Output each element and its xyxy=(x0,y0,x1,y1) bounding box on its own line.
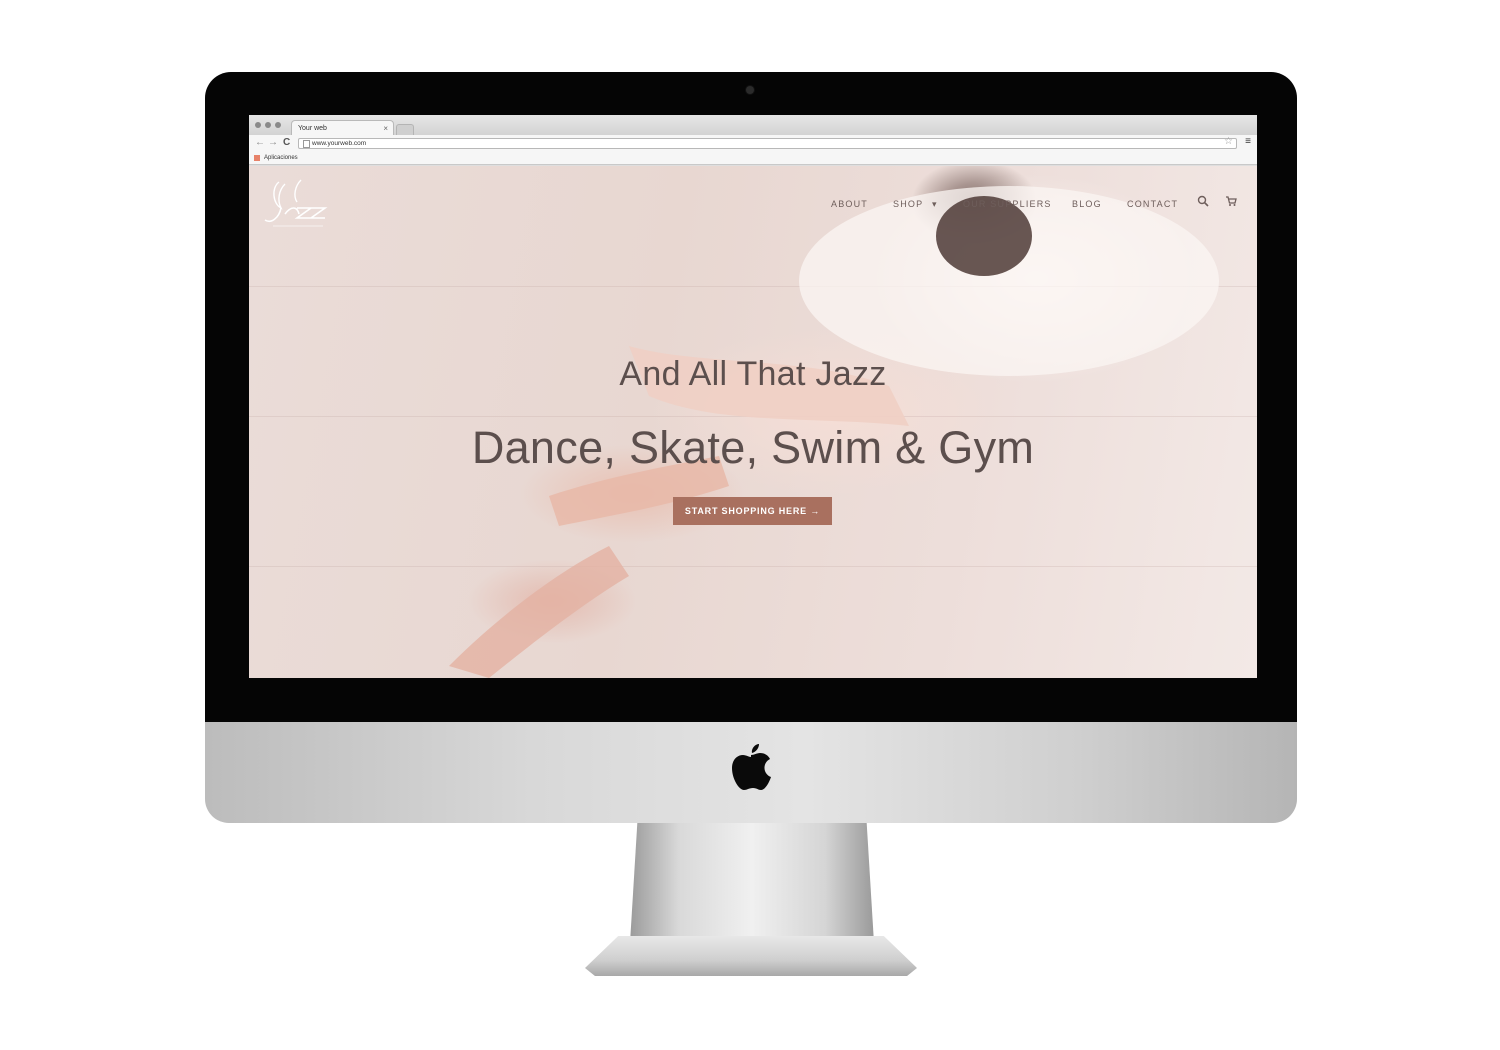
search-icon[interactable] xyxy=(1197,195,1209,207)
new-tab-button[interactable] xyxy=(396,124,414,135)
browser-menu-icon[interactable]: ≡ xyxy=(1245,136,1251,147)
start-shopping-button[interactable]: START SHOPPING HERE → xyxy=(673,497,832,525)
apps-grid-icon xyxy=(254,155,260,161)
bookmark-star-icon[interactable]: ☆ xyxy=(1224,137,1233,147)
stand-neck xyxy=(630,823,874,943)
hero-title: Dance, Skate, Swim & Gym xyxy=(471,422,1035,473)
browser-tab[interactable]: Your web × xyxy=(291,120,394,135)
logo-jazz-icon[interactable] xyxy=(261,178,331,230)
url-text: www.yourweb.com xyxy=(312,140,367,147)
forward-arrow-icon[interactable]: → xyxy=(268,137,278,149)
nav-shop[interactable]: SHOP xyxy=(893,199,923,213)
hero-subtitle: And All That Jazz xyxy=(619,355,887,393)
stand-base xyxy=(585,936,917,976)
nav-contact[interactable]: CONTACT xyxy=(1127,199,1178,213)
zoom-window-icon[interactable] xyxy=(275,122,281,128)
reload-icon[interactable]: C xyxy=(283,137,290,149)
imac-chin xyxy=(205,722,1297,823)
bookmark-apps[interactable]: Aplicaciones xyxy=(264,152,298,164)
nav-our-suppliers[interactable]: OUR SUPPLIERS xyxy=(963,199,1052,213)
cart-icon[interactable] xyxy=(1225,195,1237,207)
nav-blog[interactable]: BLOG xyxy=(1072,199,1102,213)
apple-logo-icon xyxy=(732,744,771,790)
nav-about[interactable]: ABOUT xyxy=(831,199,868,213)
address-bar[interactable]: www.yourweb.com ☆ xyxy=(298,137,1237,149)
close-tab-icon[interactable]: × xyxy=(383,121,388,136)
minimize-window-icon[interactable] xyxy=(265,122,271,128)
tab-title: Your web xyxy=(298,125,327,132)
page-icon xyxy=(303,140,310,148)
bookmarks-bar: Aplicaciones xyxy=(249,152,1257,165)
camera xyxy=(746,86,754,94)
browser-tabbar: Your web × xyxy=(249,115,1257,135)
website-hero: ABOUT SHOP ▾ OUR SUPPLIERS BLOG CONTACT … xyxy=(249,166,1257,678)
screen: Your web × ← → C www.yourweb.com ☆ ≡ Apl… xyxy=(249,115,1257,678)
close-window-icon[interactable] xyxy=(255,122,261,128)
back-arrow-icon[interactable]: ← xyxy=(255,137,265,149)
browser-toolbar: ← → C www.yourweb.com ☆ ≡ xyxy=(249,135,1257,152)
chevron-down-icon[interactable]: ▾ xyxy=(932,199,937,213)
